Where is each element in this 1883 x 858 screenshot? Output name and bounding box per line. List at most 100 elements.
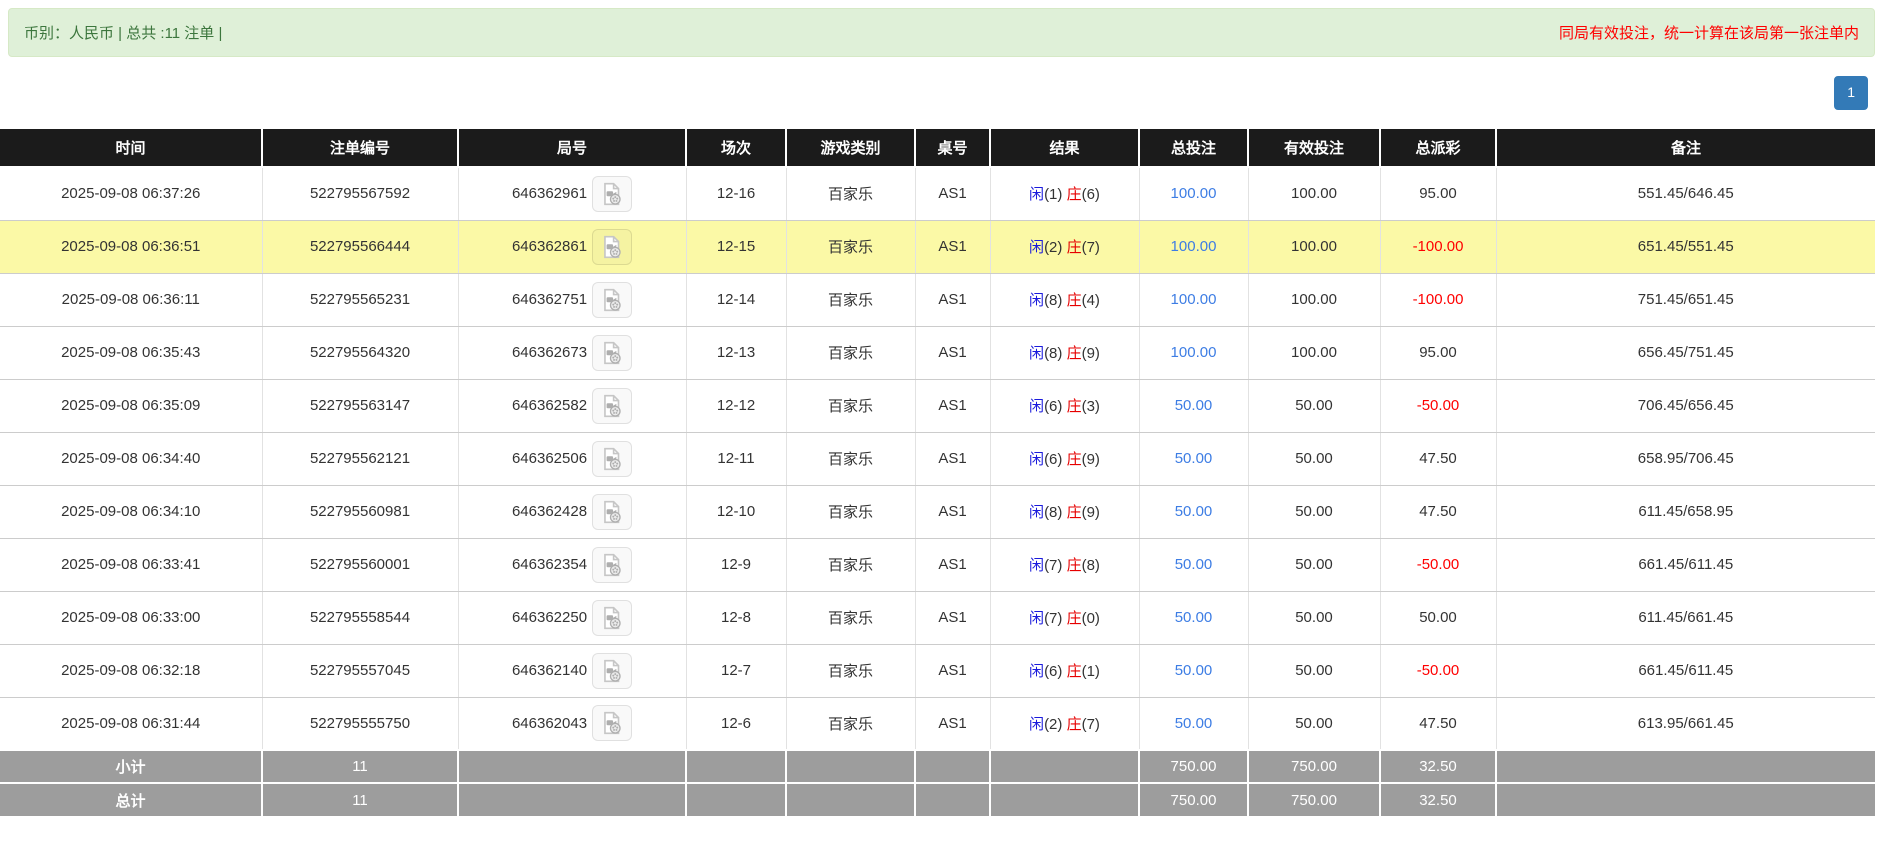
cell-bet-id: 522795560001 bbox=[262, 538, 458, 591]
cell-table-no: AS1 bbox=[915, 644, 990, 697]
round-number: 646362140 bbox=[512, 662, 587, 679]
video-record-icon bbox=[599, 393, 625, 419]
video-replay-button[interactable] bbox=[592, 653, 632, 689]
cell-payout: 95.00 bbox=[1380, 167, 1496, 220]
round-number: 646362582 bbox=[512, 397, 587, 414]
cell-remark: 656.45/751.45 bbox=[1496, 326, 1875, 379]
total-bet-link[interactable]: 100.00 bbox=[1171, 344, 1217, 361]
player-score: (6) bbox=[1044, 663, 1062, 680]
video-replay-button[interactable] bbox=[592, 600, 632, 636]
video-replay-button[interactable] bbox=[592, 229, 632, 265]
cell-bet-id: 522795563147 bbox=[262, 379, 458, 432]
banker-score: (7) bbox=[1082, 716, 1100, 733]
player-score: (6) bbox=[1044, 398, 1062, 415]
cell-remark: 661.45/611.45 bbox=[1496, 644, 1875, 697]
player-score: (8) bbox=[1044, 504, 1062, 521]
table-row: 2025-09-08 06:37:26 522795567592 6463629… bbox=[0, 167, 1875, 220]
table-row: 2025-09-08 06:35:09 522795563147 6463625… bbox=[0, 379, 1875, 432]
player-score: (6) bbox=[1044, 451, 1062, 468]
cell-result: 闲(2) 庄(7) bbox=[990, 220, 1139, 273]
banker-score: (7) bbox=[1082, 239, 1100, 256]
cell-session: 12-8 bbox=[686, 591, 786, 644]
player-score: (2) bbox=[1044, 716, 1062, 733]
video-replay-button[interactable] bbox=[592, 388, 632, 424]
pagination-page-button[interactable]: 1 bbox=[1834, 76, 1868, 110]
video-replay-button[interactable] bbox=[592, 547, 632, 583]
column-header-time: 时间 bbox=[0, 129, 262, 167]
round-number: 646362043 bbox=[512, 715, 587, 732]
total-bet-link[interactable]: 50.00 bbox=[1175, 503, 1213, 520]
cell-payout: 47.50 bbox=[1380, 697, 1496, 750]
cell-total-bet: 50.00 bbox=[1139, 432, 1248, 485]
cell-table-no: AS1 bbox=[915, 591, 990, 644]
cell-time: 2025-09-08 06:33:41 bbox=[0, 538, 262, 591]
table-row: 2025-09-08 06:36:51 522795566444 6463628… bbox=[0, 220, 1875, 273]
banker-result: 庄 bbox=[1067, 239, 1082, 256]
banker-result: 庄 bbox=[1067, 186, 1082, 203]
video-replay-button[interactable] bbox=[592, 494, 632, 530]
cell-bet-id: 522795557045 bbox=[262, 644, 458, 697]
video-replay-button[interactable] bbox=[592, 176, 632, 212]
cell-total-bet: 50.00 bbox=[1139, 591, 1248, 644]
total-bet-link[interactable]: 50.00 bbox=[1175, 609, 1213, 626]
total-bet-link[interactable]: 50.00 bbox=[1175, 397, 1213, 414]
cell-result: 闲(7) 庄(8) bbox=[990, 538, 1139, 591]
pagination: 1 bbox=[0, 57, 1883, 129]
cell-game-type: 百家乐 bbox=[786, 167, 915, 220]
total-valid-bet: 750.00 bbox=[1248, 783, 1380, 816]
total-bet-link[interactable]: 100.00 bbox=[1171, 291, 1217, 308]
video-record-icon bbox=[599, 234, 625, 260]
cell-round: 646362043 bbox=[458, 697, 686, 750]
cell-payout: 47.50 bbox=[1380, 485, 1496, 538]
cell-result: 闲(2) 庄(7) bbox=[990, 697, 1139, 750]
cell-payout: -100.00 bbox=[1380, 220, 1496, 273]
cell-remark: 661.45/611.45 bbox=[1496, 538, 1875, 591]
cell-valid-bet: 50.00 bbox=[1248, 697, 1380, 750]
cell-time: 2025-09-08 06:33:00 bbox=[0, 591, 262, 644]
banker-result: 庄 bbox=[1067, 504, 1082, 521]
cell-payout: -50.00 bbox=[1380, 379, 1496, 432]
banker-score: (9) bbox=[1082, 345, 1100, 362]
cell-valid-bet: 50.00 bbox=[1248, 591, 1380, 644]
banker-result: 庄 bbox=[1067, 292, 1082, 309]
total-bet-link[interactable]: 100.00 bbox=[1171, 185, 1217, 202]
cell-game-type: 百家乐 bbox=[786, 644, 915, 697]
banker-result: 庄 bbox=[1067, 345, 1082, 362]
cell-round: 646362961 bbox=[458, 167, 686, 220]
cell-valid-bet: 50.00 bbox=[1248, 432, 1380, 485]
cell-remark: 658.95/706.45 bbox=[1496, 432, 1875, 485]
video-replay-button[interactable] bbox=[592, 705, 632, 741]
cell-valid-bet: 50.00 bbox=[1248, 485, 1380, 538]
cell-session: 12-6 bbox=[686, 697, 786, 750]
cell-total-bet: 50.00 bbox=[1139, 538, 1248, 591]
total-bet-link[interactable]: 50.00 bbox=[1175, 662, 1213, 679]
banker-result: 庄 bbox=[1067, 663, 1082, 680]
cell-payout: 47.50 bbox=[1380, 432, 1496, 485]
cell-game-type: 百家乐 bbox=[786, 591, 915, 644]
subtotal-valid-bet: 750.00 bbox=[1248, 750, 1380, 783]
table-row: 2025-09-08 06:32:18 522795557045 6463621… bbox=[0, 644, 1875, 697]
subtotal-label: 小计 bbox=[0, 750, 262, 783]
total-bet-link[interactable]: 50.00 bbox=[1175, 556, 1213, 573]
cell-total-bet: 50.00 bbox=[1139, 644, 1248, 697]
cell-total-bet: 50.00 bbox=[1139, 485, 1248, 538]
total-bet-link[interactable]: 50.00 bbox=[1175, 715, 1213, 732]
round-number: 646362506 bbox=[512, 450, 587, 467]
video-replay-button[interactable] bbox=[592, 441, 632, 477]
cell-session: 12-11 bbox=[686, 432, 786, 485]
total-payout: 32.50 bbox=[1380, 783, 1496, 816]
video-replay-button[interactable] bbox=[592, 335, 632, 371]
cell-total-bet: 100.00 bbox=[1139, 220, 1248, 273]
video-record-icon bbox=[599, 710, 625, 736]
cell-valid-bet: 50.00 bbox=[1248, 538, 1380, 591]
cell-valid-bet: 100.00 bbox=[1248, 273, 1380, 326]
cell-session: 12-16 bbox=[686, 167, 786, 220]
banker-score: (4) bbox=[1082, 292, 1100, 309]
player-score: (8) bbox=[1044, 292, 1062, 309]
cell-remark: 651.45/551.45 bbox=[1496, 220, 1875, 273]
cell-table-no: AS1 bbox=[915, 697, 990, 750]
total-bet-link[interactable]: 50.00 bbox=[1175, 450, 1213, 467]
video-replay-button[interactable] bbox=[592, 282, 632, 318]
total-bet-link[interactable]: 100.00 bbox=[1171, 238, 1217, 255]
cell-round: 646362861 bbox=[458, 220, 686, 273]
